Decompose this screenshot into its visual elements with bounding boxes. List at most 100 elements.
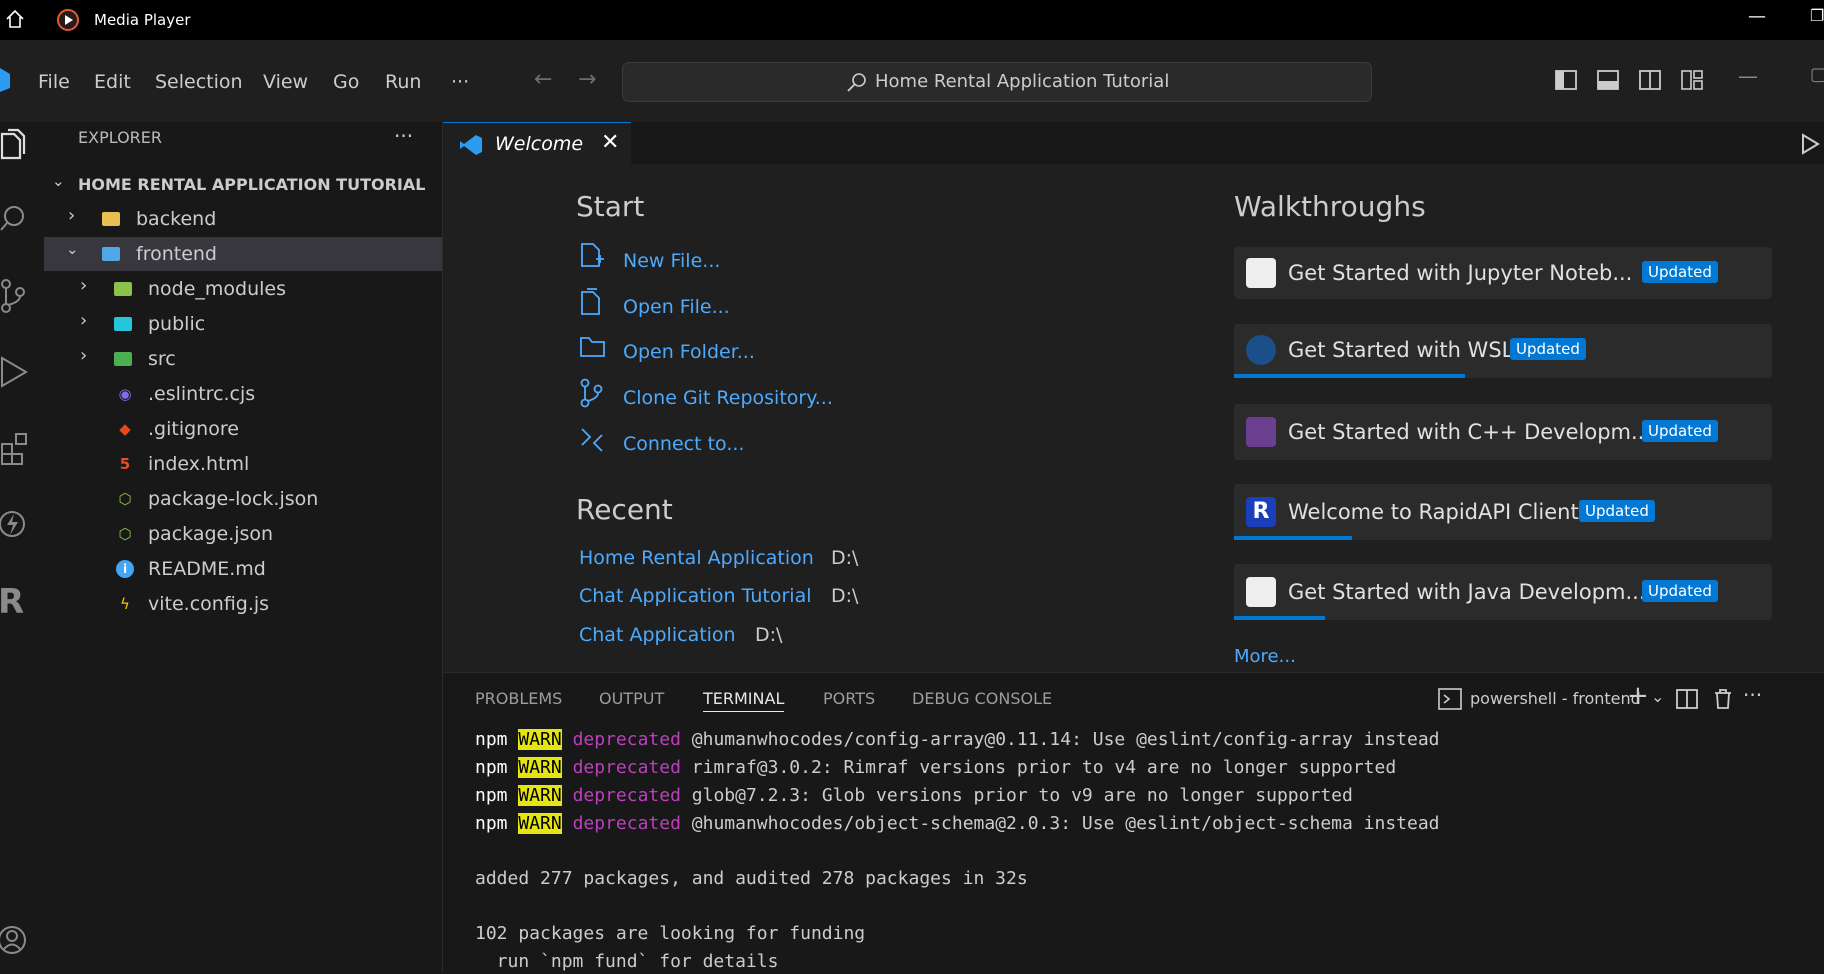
clone-git-link[interactable]: Clone Git Repository... bbox=[623, 387, 833, 409]
walkthroughs-more-link[interactable]: More... bbox=[1234, 646, 1296, 667]
menu-go[interactable]: Go bbox=[333, 71, 359, 93]
tree-item-label: frontend bbox=[136, 243, 217, 265]
workspace-root[interactable]: ⌄ HOME RENTAL APPLICATION TUTORIAL bbox=[44, 167, 442, 201]
tree-item-backend[interactable]: › backend bbox=[44, 202, 442, 236]
start-heading: Start bbox=[576, 190, 645, 223]
npm-tag: npm bbox=[475, 757, 508, 778]
menu-more-button[interactable]: ··· bbox=[451, 71, 469, 93]
extensions-icon[interactable] bbox=[0, 430, 30, 466]
terminal-name[interactable]: powershell - frontend bbox=[1470, 689, 1641, 708]
tab-close-icon[interactable]: ✕ bbox=[601, 130, 619, 155]
walkthrough-progress bbox=[1234, 536, 1353, 540]
tree-item-eslintrc[interactable]: ◉ .eslintrc.cjs bbox=[44, 377, 442, 411]
source-control-icon[interactable] bbox=[0, 278, 30, 314]
tab-output[interactable]: OUTPUT bbox=[599, 689, 664, 708]
accounts-icon[interactable] bbox=[0, 922, 30, 958]
tree-item-label: vite.config.js bbox=[148, 593, 270, 615]
thunder-client-icon[interactable] bbox=[0, 506, 30, 542]
tree-item-package-lock[interactable]: ⬡ package-lock.json bbox=[44, 482, 442, 516]
recent-item-link[interactable]: Chat Application bbox=[579, 624, 736, 646]
minimize-icon[interactable]: — bbox=[1748, 6, 1766, 27]
tree-item-label: README.md bbox=[148, 558, 266, 580]
tree-item-vite-config[interactable]: ϟ vite.config.js bbox=[44, 587, 442, 621]
tree-item-src[interactable]: › src bbox=[44, 342, 442, 376]
toggle-secondary-sidebar-icon[interactable] bbox=[1638, 68, 1662, 92]
split-terminal-icon[interactable] bbox=[1675, 687, 1699, 711]
tab-welcome[interactable]: Welcome ✕ bbox=[443, 122, 631, 165]
tree-item-gitignore[interactable]: ◆ .gitignore bbox=[44, 412, 442, 446]
tree-item-node-modules[interactable]: › node_modules bbox=[44, 272, 442, 306]
walkthrough-wsl[interactable]: Get Started with WSL Updated bbox=[1234, 324, 1772, 378]
customize-layout-icon[interactable] bbox=[1680, 68, 1704, 92]
tree-item-public[interactable]: › public bbox=[44, 307, 442, 341]
tree-item-label: .eslintrc.cjs bbox=[148, 383, 256, 405]
new-terminal-icon[interactable]: + bbox=[1627, 681, 1649, 711]
rapidapi-client-icon[interactable]: R bbox=[0, 582, 24, 622]
updated-badge: Updated bbox=[1642, 261, 1718, 283]
terminal-line: npm WARN deprecated glob@7.2.3: Glob ver… bbox=[475, 785, 1353, 806]
tree-item-label: node_modules bbox=[148, 278, 287, 300]
run-icon[interactable] bbox=[1799, 132, 1821, 156]
eslint-icon: ◉ bbox=[118, 385, 132, 403]
new-file-link[interactable]: New File... bbox=[623, 250, 720, 272]
tree-item-frontend[interactable]: ⌄ frontend bbox=[44, 237, 442, 271]
connect-to-link[interactable]: Connect to... bbox=[623, 433, 744, 455]
tree-item-label: src bbox=[148, 348, 176, 370]
run-debug-icon[interactable] bbox=[0, 354, 30, 390]
command-center-search[interactable]: Home Rental Application Tutorial bbox=[622, 62, 1372, 102]
search-icon bbox=[847, 73, 866, 92]
deprecated-tag: deprecated bbox=[572, 729, 681, 750]
chevron-down-icon: ⌄ bbox=[52, 172, 65, 190]
chevron-right-icon: › bbox=[68, 205, 76, 226]
toggle-primary-sidebar-icon[interactable] bbox=[1554, 68, 1578, 92]
tree-item-index-html[interactable]: 5 index.html bbox=[44, 447, 442, 481]
tab-welcome-label: Welcome bbox=[495, 133, 584, 155]
git-branch-icon bbox=[580, 378, 603, 408]
walkthrough-rapidapi[interactable]: R Welcome to RapidAPI Client Updated bbox=[1234, 484, 1772, 540]
media-player-titlebar: Media Player — ❐ bbox=[0, 0, 1824, 40]
tab-debug-console[interactable]: DEBUG CONSOLE bbox=[912, 689, 1052, 708]
walkthrough-title: Get Started with Jupyter Noteb... bbox=[1288, 261, 1633, 285]
terminal-funding-detail-line: run `npm fund` for details bbox=[475, 951, 779, 972]
window-maximize-icon[interactable]: ▢ bbox=[1810, 64, 1824, 85]
search-view-icon[interactable] bbox=[0, 204, 30, 236]
walkthrough-java[interactable]: Get Started with Java Developm... Update… bbox=[1234, 564, 1772, 620]
tree-item-readme[interactable]: i README.md bbox=[44, 552, 442, 586]
explorer-more-button[interactable]: ··· bbox=[394, 124, 413, 148]
recent-item-path: D:\ bbox=[755, 624, 783, 646]
tab-problems[interactable]: PROBLEMS bbox=[475, 689, 562, 708]
tab-terminal[interactable]: TERMINAL bbox=[703, 689, 785, 712]
walkthrough-progress bbox=[1234, 616, 1326, 620]
walkthrough-jupyter[interactable]: Get Started with Jupyter Noteb... Update… bbox=[1234, 247, 1772, 299]
back-arrow-icon[interactable]: ← bbox=[534, 67, 552, 92]
recent-item-link[interactable]: Home Rental Application bbox=[579, 547, 814, 569]
walkthrough-cpp[interactable]: Get Started with C++ Developm... Updated bbox=[1234, 404, 1772, 460]
open-file-link[interactable]: Open File... bbox=[623, 296, 730, 318]
warn-tag: WARN bbox=[518, 813, 562, 834]
window-minimize-icon[interactable]: — bbox=[1738, 64, 1758, 88]
tree-item-package-json[interactable]: ⬡ package.json bbox=[44, 517, 442, 551]
home-icon[interactable] bbox=[4, 8, 26, 30]
menu-file[interactable]: File bbox=[38, 71, 70, 93]
menu-view[interactable]: View bbox=[263, 71, 308, 93]
panel-more-button[interactable]: ··· bbox=[1743, 683, 1762, 707]
explorer-icon[interactable] bbox=[0, 128, 30, 164]
tree-item-label: package-lock.json bbox=[148, 488, 319, 510]
tree-item-label: backend bbox=[136, 208, 217, 230]
terminal-line: npm WARN deprecated rimraf@3.0.2: Rimraf… bbox=[475, 757, 1396, 778]
menu-selection[interactable]: Selection bbox=[155, 71, 243, 93]
java-cup-icon bbox=[1246, 577, 1276, 607]
trash-icon[interactable] bbox=[1711, 687, 1735, 711]
menu-edit[interactable]: Edit bbox=[94, 71, 131, 93]
open-folder-link[interactable]: Open Folder... bbox=[623, 341, 755, 363]
menu-run[interactable]: Run bbox=[385, 71, 421, 93]
restore-icon[interactable]: ❐ bbox=[1810, 6, 1824, 25]
tab-ports[interactable]: PORTS bbox=[823, 689, 875, 708]
toggle-panel-icon[interactable] bbox=[1596, 68, 1620, 92]
media-player-title: Media Player bbox=[94, 11, 191, 29]
chevron-down-icon[interactable]: ⌄ bbox=[1651, 687, 1664, 706]
vscode-titlebar: File Edit Selection View Go Run ··· ← → … bbox=[0, 40, 1824, 123]
recent-item-link[interactable]: Chat Application Tutorial bbox=[579, 585, 812, 607]
workspace-root-label: HOME RENTAL APPLICATION TUTORIAL bbox=[78, 175, 426, 194]
forward-arrow-icon[interactable]: → bbox=[578, 67, 596, 92]
